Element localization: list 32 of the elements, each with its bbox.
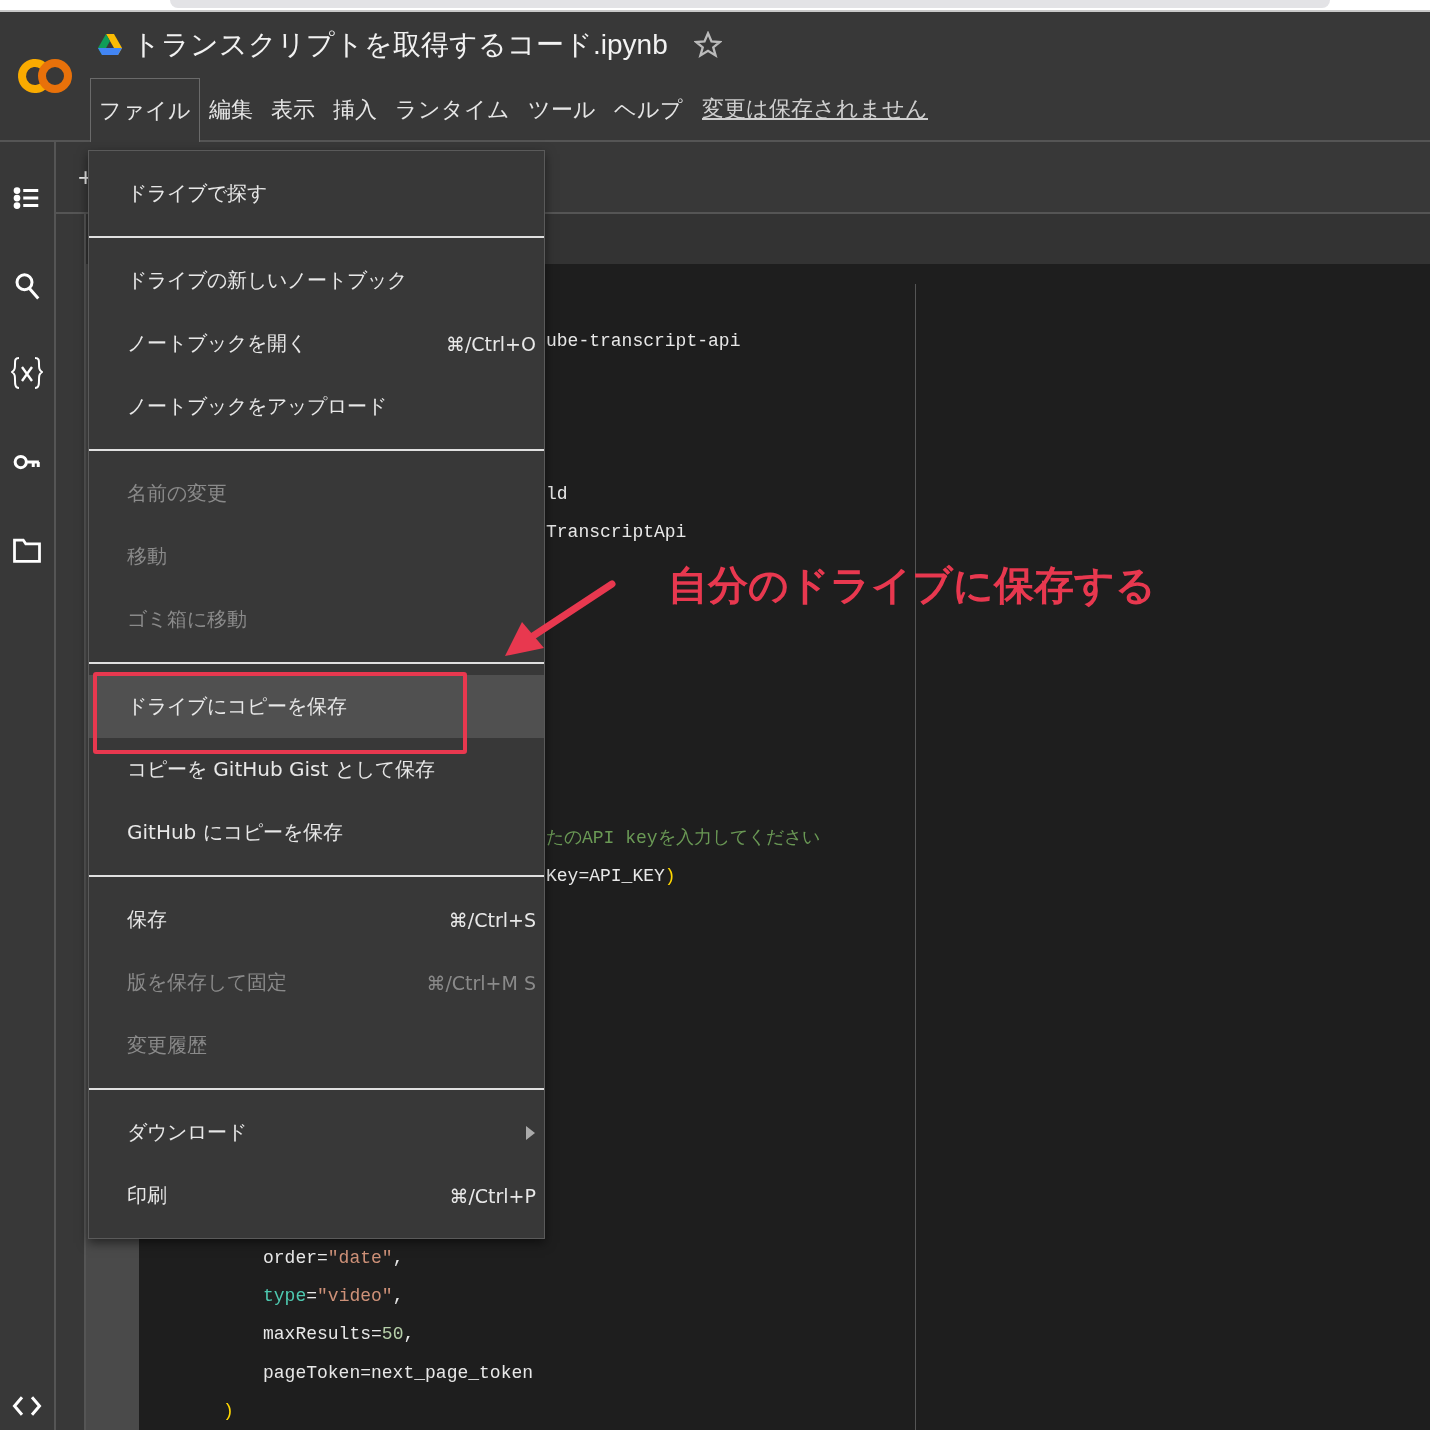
menu-tab[interactable]: 挿入: [324, 78, 386, 141]
menu-item[interactable]: 保存 ⌘/Ctrl+S: [89, 888, 544, 951]
menu-item[interactable]: ダウンロード: [89, 1101, 544, 1164]
code-line: type="video",: [263, 1286, 404, 1307]
notebook-title[interactable]: トランスクリプトを取得するコード.ipynb: [132, 26, 668, 65]
menu-tab[interactable]: ランタイム: [386, 78, 519, 141]
code-line: maxResults=50,: [263, 1324, 415, 1345]
menu-tab[interactable]: ヘルプ: [605, 78, 692, 141]
menu-item[interactable]: ドライブで探す: [89, 162, 544, 225]
menu-item[interactable]: コピーを GitHub Gist として保存: [89, 738, 544, 801]
save-status-link[interactable]: 変更は保存されません: [702, 94, 928, 125]
menu-item[interactable]: ノートブックをアップロード: [89, 375, 544, 438]
code-line: たのAPI keyを入力してください: [546, 827, 820, 848]
menu-tab[interactable]: ファイル: [90, 78, 200, 143]
code-line: TranscriptApi: [546, 522, 687, 543]
code-line: order="date",: [263, 1248, 404, 1269]
code-line: Key=API_KEY): [546, 866, 676, 887]
menu-tab[interactable]: 編集: [200, 78, 262, 141]
drive-icon: [98, 34, 122, 57]
code-line: ld: [546, 484, 568, 505]
annotation-text: 自分のドライブに保存する: [668, 561, 1156, 610]
star-icon[interactable]: [693, 31, 722, 60]
menu-tab[interactable]: 表示: [262, 78, 324, 141]
menu-item[interactable]: ドライブの新しいノートブック: [89, 249, 544, 312]
code-line: ): [223, 1400, 234, 1421]
menu-item[interactable]: GitHub にコピーを保存: [89, 801, 544, 864]
code-line: ube-transcript-api: [546, 331, 741, 352]
code-line: pageToken=next_page_token: [263, 1362, 534, 1383]
menu-item[interactable]: 印刷 ⌘/Ctrl+P: [89, 1164, 544, 1227]
menu-tab[interactable]: ツール: [519, 78, 605, 141]
menu-item[interactable]: ノートブックを開く ⌘/Ctrl+O: [89, 312, 544, 375]
menu-item[interactable]: ドライブにコピーを保存: [89, 675, 544, 738]
